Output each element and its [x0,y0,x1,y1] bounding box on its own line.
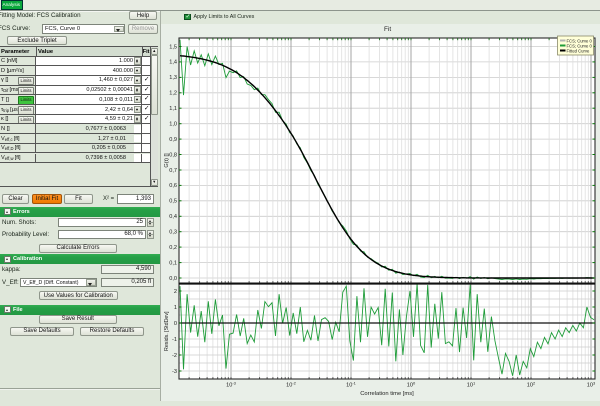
svg-text:0,3: 0,3 [169,230,177,236]
svg-text:0,9: 0,9 [169,137,177,143]
svg-text:G(t) []: G(t) [] [164,153,170,168]
svg-text:-1: -1 [172,337,177,343]
svg-text:0,8: 0,8 [169,152,177,158]
svg-text:0,6: 0,6 [169,183,177,189]
svg-text:1: 1 [174,305,177,311]
svg-text:1,3: 1,3 [169,75,177,81]
svg-text:0,7: 0,7 [169,168,177,174]
svg-text:0,5: 0,5 [169,199,177,205]
svg-text:1,5: 1,5 [169,44,177,50]
svg-text:1,0: 1,0 [169,122,177,128]
svg-text:0: 0 [174,321,177,327]
svg-text:0,4: 0,4 [169,214,177,220]
svg-text:Fitted Curve: Fitted Curve [567,48,590,53]
svg-text:Fit: Fit [384,26,391,33]
svg-text:0,0: 0,0 [169,276,177,282]
svg-text:Correlation time [ms]: Correlation time [ms] [360,391,414,397]
svg-text:-3: -3 [172,369,177,375]
svg-text:1,2: 1,2 [169,91,177,97]
svg-text:2: 2 [174,289,177,295]
svg-text:0,2: 0,2 [169,245,177,251]
svg-text:1,4: 1,4 [169,60,177,66]
svg-text:-2: -2 [172,353,177,359]
svg-text:Resids. [StdDev]: Resids. [StdDev] [164,311,170,351]
svg-text:0,1: 0,1 [169,260,177,266]
svg-text:1,1: 1,1 [169,106,177,112]
